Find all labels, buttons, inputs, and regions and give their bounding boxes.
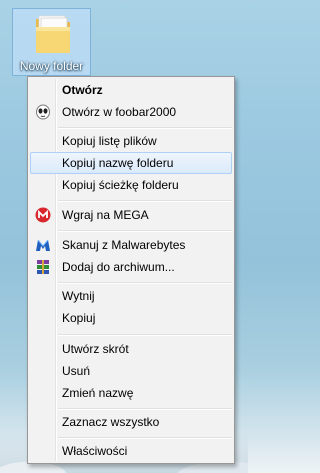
menu-separator	[58, 408, 232, 410]
mega-icon	[35, 207, 51, 223]
menu-item-copy-file-list[interactable]: Kopiuj listę plików	[30, 130, 232, 152]
foobar2000-icon	[35, 104, 51, 120]
menu-item-label: Dodaj do archiwum...	[62, 260, 175, 274]
menu-separator	[58, 127, 232, 129]
context-menu: Otwórz Otwórz w foobar2000 Kopiuj listę …	[27, 76, 235, 464]
desktop-folder-item[interactable]: Nowy folder	[12, 8, 91, 76]
menu-item-label: Skanuj z Malwarebytes	[62, 238, 186, 252]
menu-item-add-to-archive[interactable]: Dodaj do archiwum...	[30, 256, 232, 278]
folder-name-label: Nowy folder	[19, 59, 84, 73]
folder-icon	[34, 13, 72, 55]
menu-item-open-in-foobar2000[interactable]: Otwórz w foobar2000	[30, 101, 232, 123]
menu-separator	[58, 282, 232, 284]
winrar-icon	[35, 259, 51, 275]
menu-item-select-all[interactable]: Zaznacz wszystko	[30, 411, 232, 433]
menu-item-rename[interactable]: Zmień nazwę	[30, 382, 232, 404]
menu-item-copy[interactable]: Kopiuj	[30, 307, 232, 329]
menu-item-label: Otwórz w foobar2000	[62, 105, 177, 119]
malwarebytes-icon	[35, 237, 51, 253]
menu-separator	[58, 334, 232, 336]
menu-item-cut[interactable]: Wytnij	[30, 285, 232, 307]
menu-item-label: Wgraj na MEGA	[62, 208, 149, 222]
menu-separator	[58, 437, 232, 439]
menu-item-copy-folder-name[interactable]: Kopiuj nazwę folderu	[30, 152, 232, 174]
menu-item-upload-to-mega[interactable]: Wgraj na MEGA	[30, 204, 232, 226]
menu-separator	[58, 230, 232, 232]
menu-item-copy-folder-path[interactable]: Kopiuj ścieżkę folderu	[30, 174, 232, 196]
menu-separator	[58, 200, 232, 202]
menu-item-create-shortcut[interactable]: Utwórz skrót	[30, 338, 232, 360]
menu-item-properties[interactable]: Właściwości	[30, 440, 232, 462]
menu-item-delete[interactable]: Usuń	[30, 360, 232, 382]
menu-item-open[interactable]: Otwórz	[30, 79, 232, 101]
menu-item-scan-malwarebytes[interactable]: Skanuj z Malwarebytes	[30, 234, 232, 256]
